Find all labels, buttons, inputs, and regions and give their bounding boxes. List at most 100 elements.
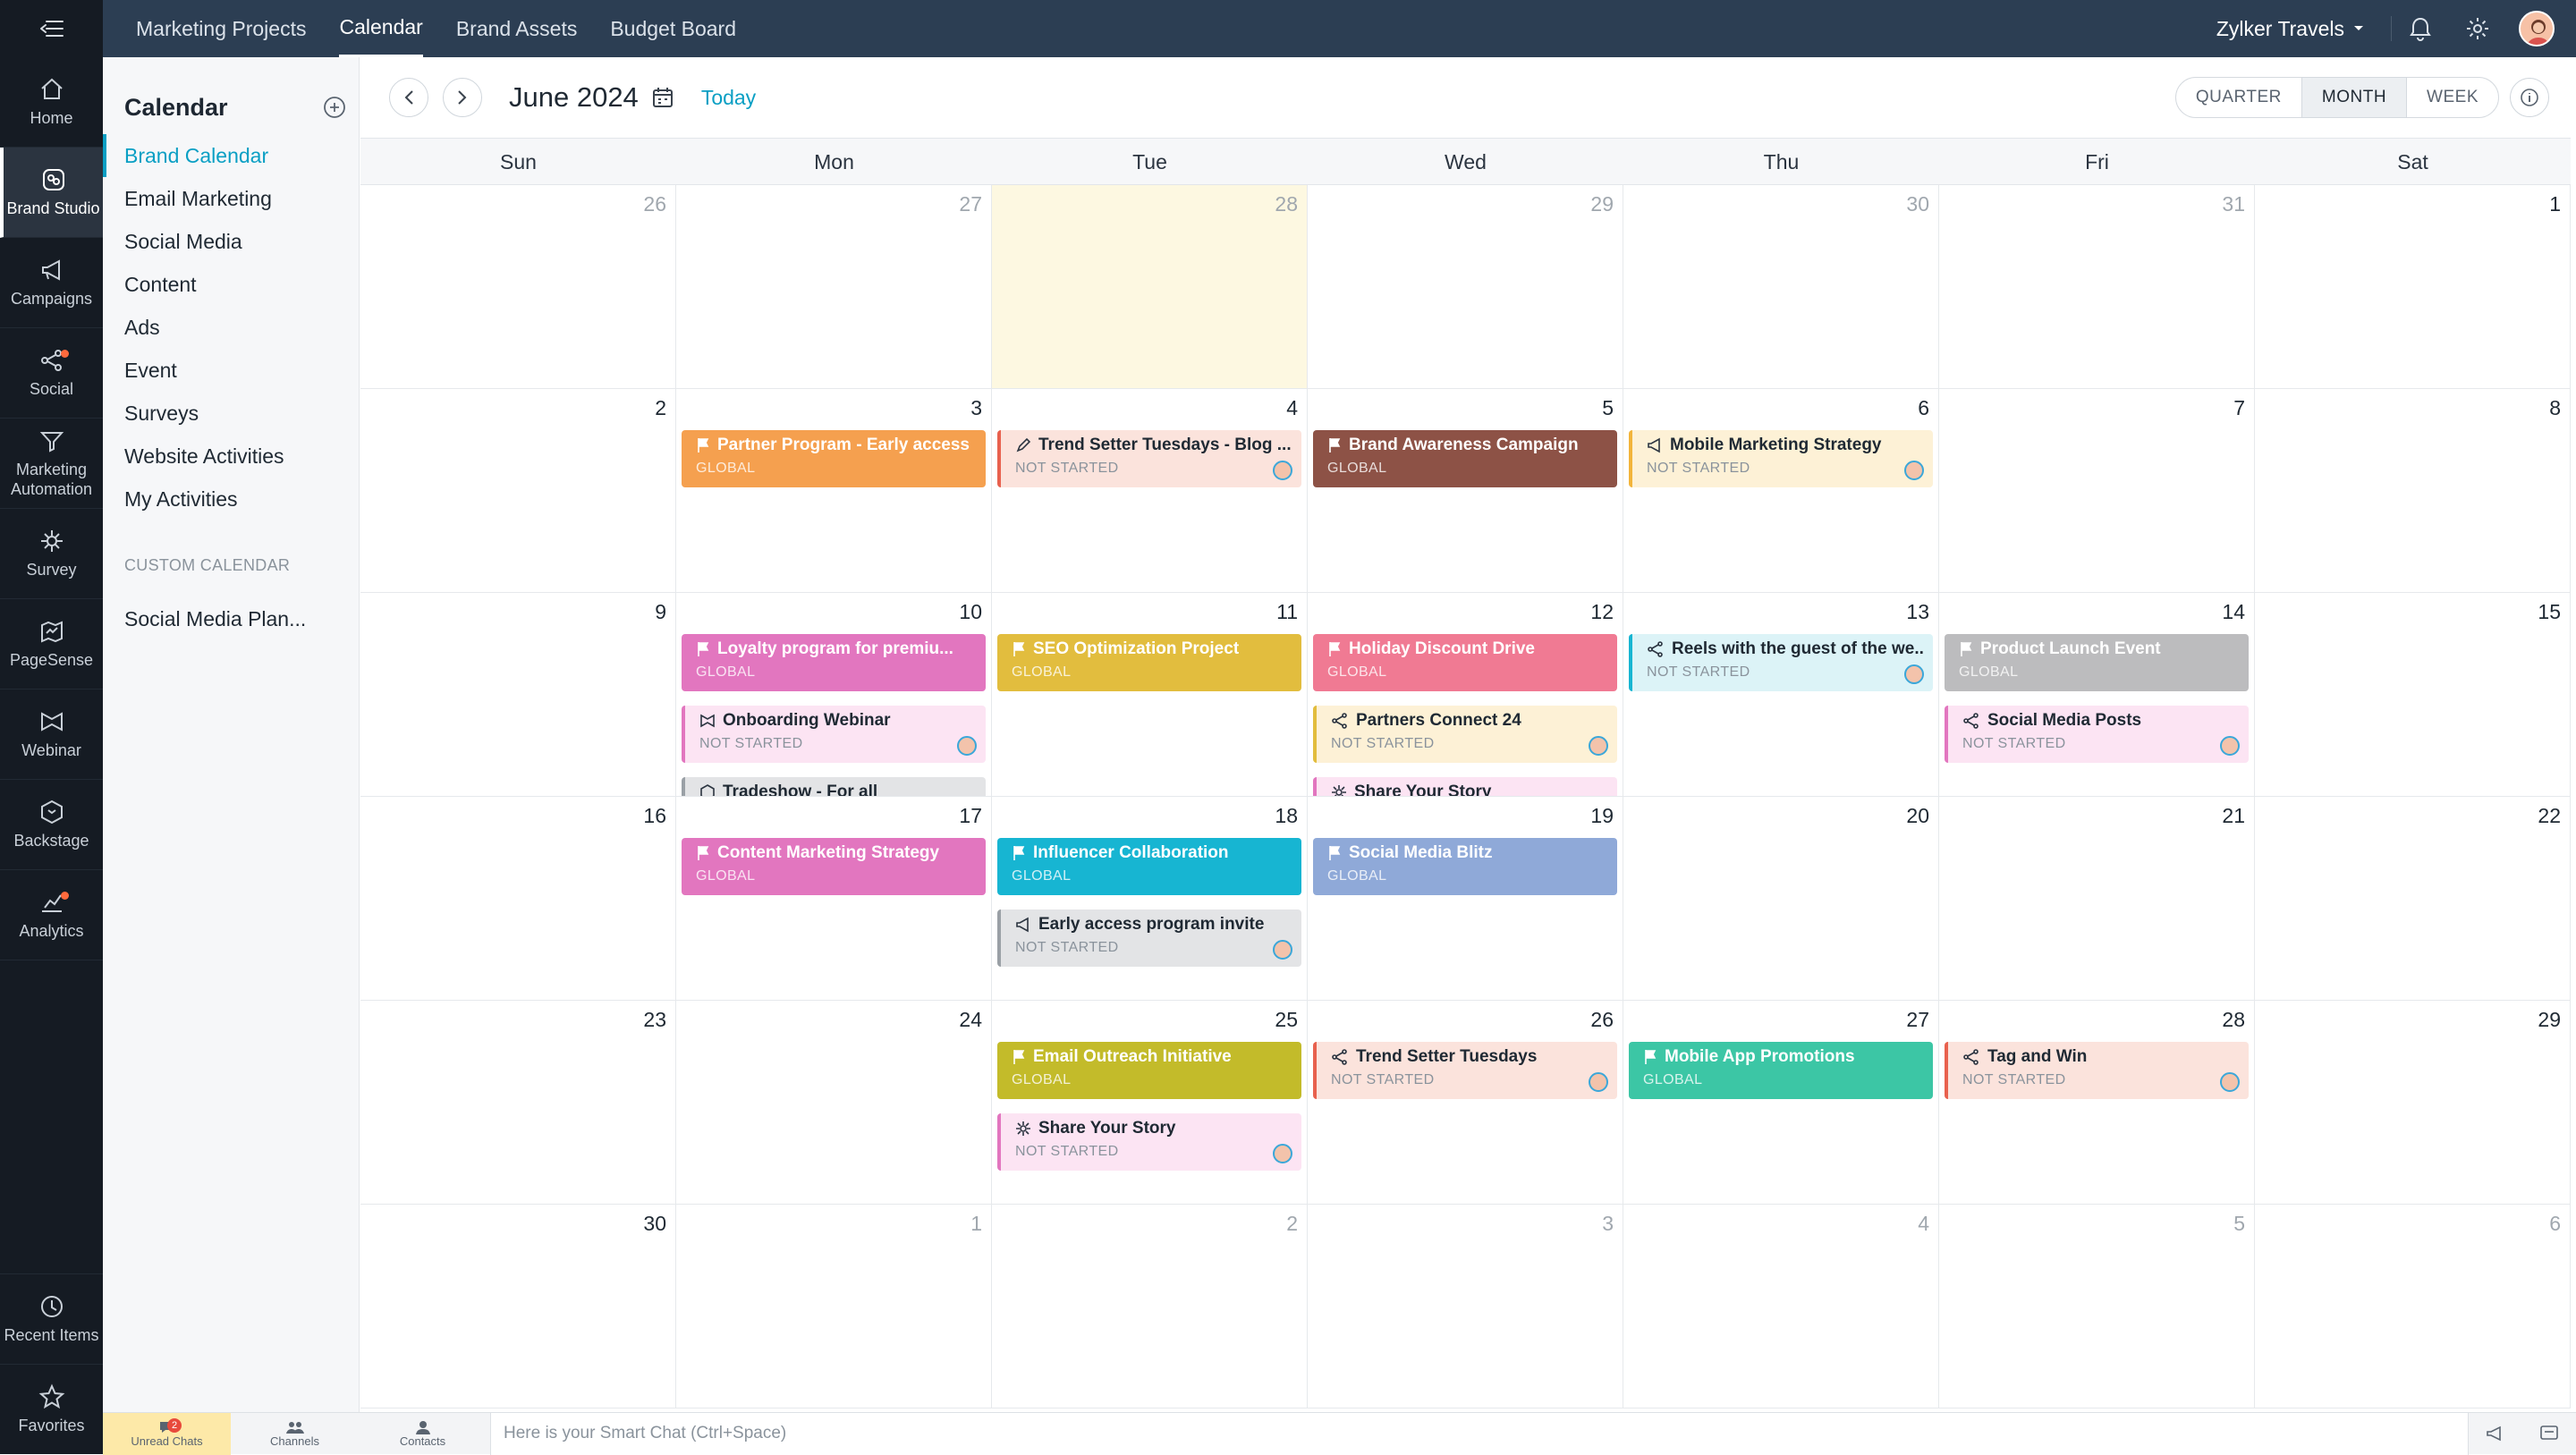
day-cell[interactable]: 2 — [992, 1205, 1308, 1408]
day-cell[interactable]: 27 Mobile App Promotions GLOBAL — [1623, 1001, 1939, 1205]
prev-month-button[interactable] — [389, 78, 428, 117]
channels-tab[interactable]: Channels — [231, 1413, 359, 1455]
tab-marketing-projects[interactable]: Marketing Projects — [136, 0, 306, 57]
tab-brand-assets[interactable]: Brand Assets — [456, 0, 578, 57]
day-cell[interactable]: 28 Tag and Win NOT STARTED — [1939, 1001, 2255, 1205]
calendar-list-item-email-marketing[interactable]: Email Marketing — [103, 177, 359, 220]
activity-event[interactable]: Reels with the guest of the we... NOT STA… — [1629, 634, 1933, 691]
month-view-button[interactable]: MONTH — [2301, 78, 2408, 117]
activity-event[interactable]: Tag and Win NOT STARTED — [1945, 1042, 2249, 1099]
settings-button[interactable] — [2449, 16, 2506, 41]
day-cell[interactable]: 30 — [1623, 185, 1939, 389]
day-cell[interactable]: 6 Mobile Marketing Strategy NOT STARTED — [1623, 389, 1939, 593]
day-cell[interactable]: 23 — [360, 1001, 676, 1205]
campaign-event[interactable]: Loyalty program for premiu... GLOBAL — [682, 634, 986, 691]
day-cell[interactable]: 17 Content Marketing Strategy GLOBAL — [676, 797, 992, 1001]
day-cell[interactable]: 11 SEO Optimization Project GLOBAL — [992, 593, 1308, 797]
day-cell[interactable]: 18 Influencer Collaboration GLOBAL Early ac… — [992, 797, 1308, 1001]
chat-window-button[interactable] — [2522, 1425, 2576, 1442]
day-cell[interactable]: 13 Reels with the guest of the we... NOT S… — [1623, 593, 1939, 797]
calendar-list-item-my-activities[interactable]: My Activities — [103, 478, 359, 520]
campaign-event[interactable]: Content Marketing Strategy GLOBAL — [682, 838, 986, 895]
campaign-event[interactable]: Brand Awareness Campaign GLOBAL — [1313, 430, 1617, 487]
rail-item-social[interactable]: Social — [0, 328, 103, 419]
day-cell[interactable]: 22 — [2255, 797, 2571, 1001]
rail-item-analytics[interactable]: Analytics — [0, 870, 103, 960]
day-cell[interactable]: 24 — [676, 1001, 992, 1205]
menu-toggle-button[interactable] — [0, 0, 103, 57]
campaign-event[interactable]: SEO Optimization Project GLOBAL — [997, 634, 1301, 691]
day-cell[interactable]: 29 — [2255, 1001, 2571, 1205]
day-cell[interactable]: 30 — [360, 1205, 676, 1408]
activity-event[interactable]: Social Media Posts NOT STARTED — [1945, 706, 2249, 763]
day-cell[interactable]: 12 Holiday Discount Drive GLOBAL Partners C… — [1308, 593, 1623, 797]
activity-event[interactable]: Share Your StoryNOT STARTED — [1313, 777, 1617, 796]
rail-item-home[interactable]: Home — [0, 57, 103, 148]
calendar-list-item-brand-calendar[interactable]: Brand Calendar — [103, 134, 359, 177]
calendar-list-item-event[interactable]: Event — [103, 349, 359, 392]
rail-item-webinar[interactable]: Webinar — [0, 689, 103, 780]
calendar-list-item-ads[interactable]: Ads — [103, 306, 359, 349]
smart-chat-input[interactable]: Here is your Smart Chat (Ctrl+Space) — [490, 1412, 2469, 1455]
user-avatar[interactable] — [2519, 11, 2555, 47]
activity-event[interactable]: Early access program invite NOT STARTED — [997, 909, 1301, 967]
day-cell[interactable]: 2 — [360, 389, 676, 593]
rail-item-marketing-automation[interactable]: Marketing Automation — [0, 419, 103, 509]
calendar-list-item-surveys[interactable]: Surveys — [103, 392, 359, 435]
day-cell[interactable]: 15 — [2255, 593, 2571, 797]
day-cell[interactable]: 4 — [1623, 1205, 1939, 1408]
day-cell[interactable]: 20 — [1623, 797, 1939, 1001]
activity-event[interactable]: Share Your StoryNOT STARTED — [997, 1113, 1301, 1171]
day-cell[interactable]: 3 Partner Program - Early access GLOBAL — [676, 389, 992, 593]
day-cell[interactable]: 1 — [2255, 185, 2571, 389]
next-month-button[interactable] — [443, 78, 482, 117]
quarter-view-button[interactable]: QUARTER — [2176, 78, 2301, 117]
activity-event[interactable]: Trend Setter Tuesdays - Blog ... NOT STAR… — [997, 430, 1301, 487]
calendar-list-item-website-activities[interactable]: Website Activities — [103, 435, 359, 478]
rail-item-brand-studio[interactable]: Brand Studio — [0, 148, 103, 238]
rail-item-recent-items[interactable]: Recent Items — [0, 1273, 103, 1364]
unread-chats-tab[interactable]: 2 Unread Chats — [103, 1412, 231, 1455]
tab-budget-board[interactable]: Budget Board — [610, 0, 736, 57]
today-button[interactable]: Today — [701, 86, 756, 110]
activity-event[interactable]: Tradeshow - For allNOT STARTED — [682, 777, 986, 796]
day-cell[interactable]: 1 — [676, 1205, 992, 1408]
tab-calendar[interactable]: Calendar — [339, 0, 423, 57]
rail-item-backstage[interactable]: Backstage — [0, 780, 103, 870]
campaign-event[interactable]: Partner Program - Early access GLOBAL — [682, 430, 986, 487]
add-calendar-icon[interactable] — [323, 96, 346, 119]
notifications-button[interactable] — [2392, 16, 2449, 41]
day-cell[interactable]: 21 — [1939, 797, 2255, 1001]
day-cell[interactable]: 27 — [676, 185, 992, 389]
activity-event[interactable]: Partners Connect 24 NOT STARTED — [1313, 706, 1617, 763]
campaign-event[interactable]: Email Outreach Initiative GLOBAL — [997, 1042, 1301, 1099]
custom-calendar-item[interactable]: Social Media Plan... — [103, 597, 359, 640]
announcements-button[interactable] — [2469, 1425, 2522, 1442]
day-cell[interactable]: 7 — [1939, 389, 2255, 593]
calendar-picker-icon[interactable] — [651, 86, 674, 109]
activity-event[interactable]: Mobile Marketing Strategy NOT STARTED — [1629, 430, 1933, 487]
campaign-event[interactable]: Mobile App Promotions GLOBAL — [1629, 1042, 1933, 1099]
day-cell[interactable]: 8 — [2255, 389, 2571, 593]
day-cell[interactable]: 29 — [1308, 185, 1623, 389]
calendar-list-item-social-media[interactable]: Social Media — [103, 220, 359, 263]
rail-item-favorites[interactable]: Favorites — [0, 1364, 103, 1454]
day-cell[interactable]: 3 — [1308, 1205, 1623, 1408]
day-cell[interactable]: 10 Loyalty program for premiu... GLOBAL Onb… — [676, 593, 992, 797]
org-switcher[interactable]: Zylker Travels — [2216, 16, 2392, 41]
day-cell[interactable]: 9 — [360, 593, 676, 797]
day-cell[interactable]: 19 Social Media Blitz GLOBAL — [1308, 797, 1623, 1001]
day-cell[interactable]: 31 — [1939, 185, 2255, 389]
rail-item-survey[interactable]: Survey — [0, 509, 103, 599]
rail-item-pagesense[interactable]: PageSense — [0, 599, 103, 689]
campaign-event[interactable]: Holiday Discount Drive GLOBAL — [1313, 634, 1617, 691]
day-cell[interactable]: 14 Product Launch Event GLOBAL Social Media… — [1939, 593, 2255, 797]
day-cell[interactable]: 28 — [992, 185, 1308, 389]
week-view-button[interactable]: WEEK — [2407, 78, 2498, 117]
day-cell[interactable]: 5 — [1939, 1205, 2255, 1408]
day-cell[interactable]: 4 Trend Setter Tuesdays - Blog ... NOT STA… — [992, 389, 1308, 593]
activity-event[interactable]: Trend Setter Tuesdays NOT STARTED — [1313, 1042, 1617, 1099]
day-cell[interactable]: 6 — [2255, 1205, 2571, 1408]
campaign-event[interactable]: Social Media Blitz GLOBAL — [1313, 838, 1617, 895]
day-cell[interactable]: 26 — [360, 185, 676, 389]
